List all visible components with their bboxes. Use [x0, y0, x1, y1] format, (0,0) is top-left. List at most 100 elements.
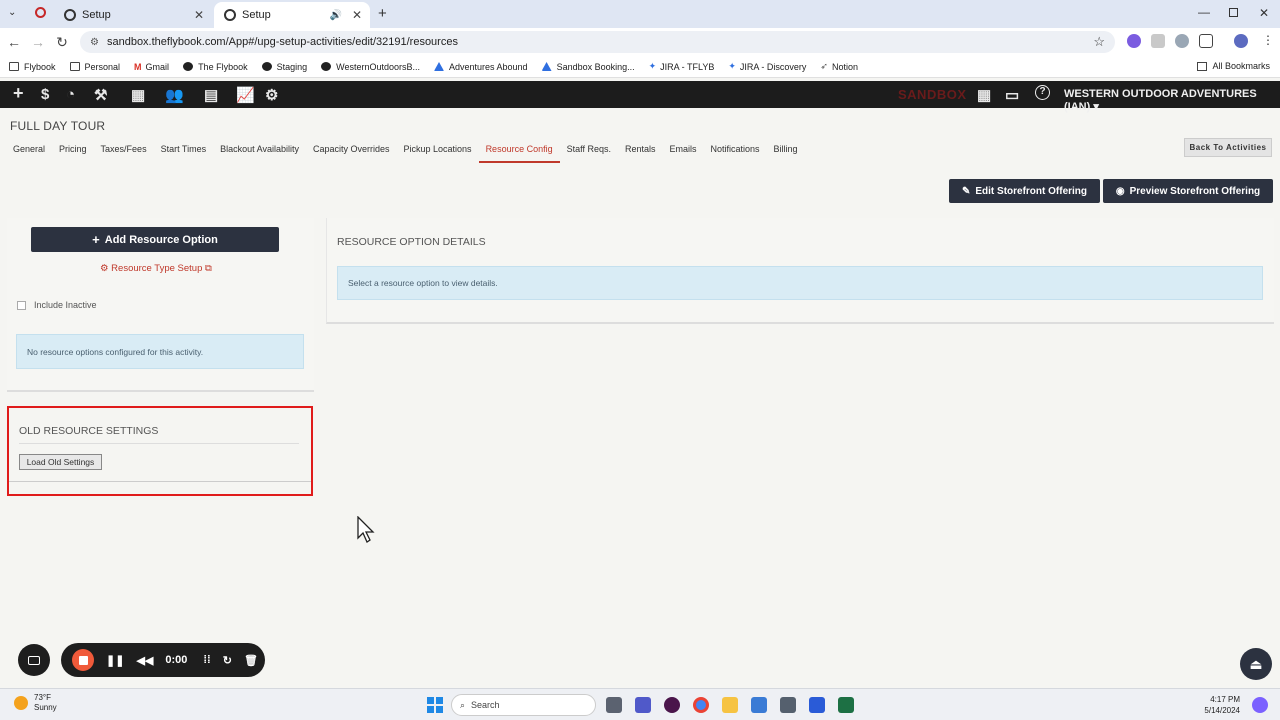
- tab-taxes-fees[interactable]: Taxes/Fees: [94, 139, 154, 163]
- bookmark-jira-discovery[interactable]: ✦ JIRA - Discovery: [728, 61, 806, 72]
- tab-staff-reqs[interactable]: Staff Reqs.: [560, 139, 618, 163]
- resource-type-setup-link[interactable]: ⚙ Resource Type Setup ⧉: [100, 263, 212, 274]
- weather-widget[interactable]: 73°F Sunny: [14, 693, 57, 713]
- load-old-settings-button[interactable]: Load Old Settings: [19, 454, 102, 470]
- tab-title: Setup: [82, 9, 111, 21]
- tab-notifications[interactable]: Notifications: [704, 139, 767, 163]
- browser-tab-2[interactable]: Setup 🔊 ✕: [214, 2, 370, 28]
- close-tab-icon[interactable]: ✕: [194, 8, 204, 22]
- system-clock[interactable]: 4:17 PM 5/14/2024: [1196, 694, 1240, 716]
- minimize-icon[interactable]: —: [1198, 5, 1210, 19]
- register-icon[interactable]: ▭: [1005, 86, 1019, 104]
- restore-icon[interactable]: [1229, 8, 1238, 17]
- include-inactive-checkbox[interactable]: [17, 300, 26, 310]
- app-header: + $ ◔ ⚒ ▦ 👥 ▤ 📈 ⚙ SANDBOX ▦ ▭ ? WESTERN …: [0, 81, 1280, 113]
- taskbar-search[interactable]: ⌕ Search: [451, 694, 596, 716]
- site-info-icon[interactable]: ⚙: [90, 37, 99, 48]
- company-menu[interactable]: WESTERN OUTDOOR ADVENTURES (IAN) ▾: [1064, 88, 1280, 113]
- address-bar[interactable]: ⚙ sandbox.theflybook.com/App#/upg-setup-…: [80, 31, 1115, 53]
- excel-icon[interactable]: [838, 697, 854, 713]
- camera-toggle-button[interactable]: [18, 644, 50, 676]
- rewind-icon[interactable]: ◀◀: [136, 654, 153, 667]
- stop-recording-button[interactable]: [72, 649, 94, 671]
- bookmark-adventures-abound[interactable]: Adventures Abound: [434, 62, 528, 72]
- task-view-icon[interactable]: [606, 697, 622, 713]
- slack-icon[interactable]: [664, 697, 680, 713]
- bookmark-jira-tflyb[interactable]: ✦ JIRA - TFLYB: [649, 61, 715, 72]
- file-explorer-icon[interactable]: [722, 697, 738, 713]
- tab-emails[interactable]: Emails: [662, 139, 703, 163]
- browser-tab-1[interactable]: Setup ✕: [54, 2, 212, 28]
- back-to-activities-button[interactable]: Back To Activities: [1184, 138, 1272, 157]
- tab-general[interactable]: General: [6, 139, 52, 163]
- tab-pricing[interactable]: Pricing: [52, 139, 94, 163]
- calculator-icon[interactable]: [780, 697, 796, 713]
- close-window-icon[interactable]: ✕: [1259, 6, 1269, 20]
- snipping-tool-icon[interactable]: [751, 697, 767, 713]
- browser-menu-icon[interactable]: ⋮: [1262, 33, 1274, 47]
- close-tab-icon[interactable]: ✕: [352, 8, 362, 22]
- extension-icon[interactable]: [1151, 34, 1165, 48]
- bookmark-personal[interactable]: Personal: [69, 62, 120, 72]
- bookmark-notion[interactable]: ➶ Notion: [820, 61, 858, 72]
- tab-capacity-overrides[interactable]: Capacity Overrides: [306, 139, 397, 163]
- tab-search-icon[interactable]: ⌄: [8, 7, 16, 18]
- windows-start-icon[interactable]: [427, 697, 443, 713]
- dashboard-icon[interactable]: ◔: [66, 86, 75, 103]
- chrome-icon[interactable]: [693, 697, 709, 713]
- include-inactive-label: Include Inactive: [34, 300, 97, 310]
- extensions-puzzle-icon[interactable]: [1199, 34, 1213, 48]
- copilot-icon[interactable]: [1252, 697, 1268, 713]
- restart-icon[interactable]: ↻: [223, 654, 232, 667]
- grid-icon[interactable]: ▦: [977, 86, 991, 104]
- back-arrow-icon[interactable]: ←: [2, 34, 26, 50]
- weather-condition: Sunny: [34, 703, 57, 712]
- extension-icon[interactable]: [1175, 34, 1189, 48]
- new-tab-icon[interactable]: +: [378, 5, 387, 22]
- all-bookmarks[interactable]: All Bookmarks: [1197, 61, 1270, 71]
- trash-icon[interactable]: 🗑: [244, 654, 258, 667]
- bookmark-flybook[interactable]: Flybook: [9, 62, 56, 72]
- tab-start-times[interactable]: Start Times: [154, 139, 214, 163]
- speaker-icon[interactable]: 🔊: [329, 10, 341, 21]
- sun-icon: [14, 696, 28, 710]
- users-icon[interactable]: 👥: [165, 86, 184, 104]
- extension-icon[interactable]: [1127, 34, 1141, 48]
- tab-title: Setup: [242, 9, 271, 21]
- tab-rentals[interactable]: Rentals: [618, 139, 663, 163]
- tab-resource-config[interactable]: Resource Config: [478, 139, 560, 163]
- calendar-icon[interactable]: ▦: [131, 86, 145, 104]
- tab-billing[interactable]: Billing: [767, 139, 805, 163]
- bookmark-western-outdoors[interactable]: WesternOutdoorsB...: [321, 62, 420, 72]
- wrench-icon[interactable]: ⚒: [94, 86, 107, 104]
- forward-arrow-icon[interactable]: →: [26, 34, 50, 50]
- profile-avatar[interactable]: [1234, 34, 1248, 48]
- activity-tabs: General Pricing Taxes/Fees Start Times B…: [6, 139, 805, 163]
- tab-pickup-locations[interactable]: Pickup Locations: [397, 139, 479, 163]
- bookmark-gmail[interactable]: M Gmail: [134, 62, 169, 72]
- dollar-icon[interactable]: $: [41, 86, 49, 103]
- record-icon[interactable]: [35, 7, 46, 18]
- pause-icon[interactable]: ❚❚: [106, 654, 124, 667]
- tab-blackout-availability[interactable]: Blackout Availability: [213, 139, 306, 163]
- bookmark-sandbox-booking[interactable]: Sandbox Booking...: [541, 62, 635, 72]
- chart-icon[interactable]: 📈: [236, 86, 255, 104]
- add-resource-option-button[interactable]: + Add Resource Option: [31, 227, 279, 252]
- teams-icon[interactable]: [635, 697, 651, 713]
- help-bell-button[interactable]: ⏏: [1240, 648, 1272, 680]
- settings-gears-icon[interactable]: ⚙: [265, 86, 278, 104]
- help-icon[interactable]: ?: [1035, 85, 1050, 100]
- plus-icon[interactable]: +: [13, 83, 24, 104]
- include-inactive-option[interactable]: Include Inactive: [17, 300, 97, 310]
- grid-dots-icon[interactable]: ⁞⁞: [203, 654, 210, 666]
- flybook-icon: [321, 62, 332, 71]
- bookmark-star-icon[interactable]: ☆: [1093, 34, 1105, 50]
- reload-icon[interactable]: ↻: [50, 34, 74, 51]
- bookmark-staging[interactable]: Staging: [261, 62, 307, 72]
- edit-storefront-button[interactable]: ✎ Edit Storefront Offering: [949, 179, 1100, 203]
- gmail-icon: M: [134, 61, 142, 72]
- bookmark-the-flybook[interactable]: The Flybook: [183, 62, 248, 72]
- preview-storefront-button[interactable]: ◉ Preview Storefront Offering: [1103, 179, 1273, 203]
- app-icon[interactable]: [809, 697, 825, 713]
- document-icon[interactable]: ▤: [204, 86, 218, 104]
